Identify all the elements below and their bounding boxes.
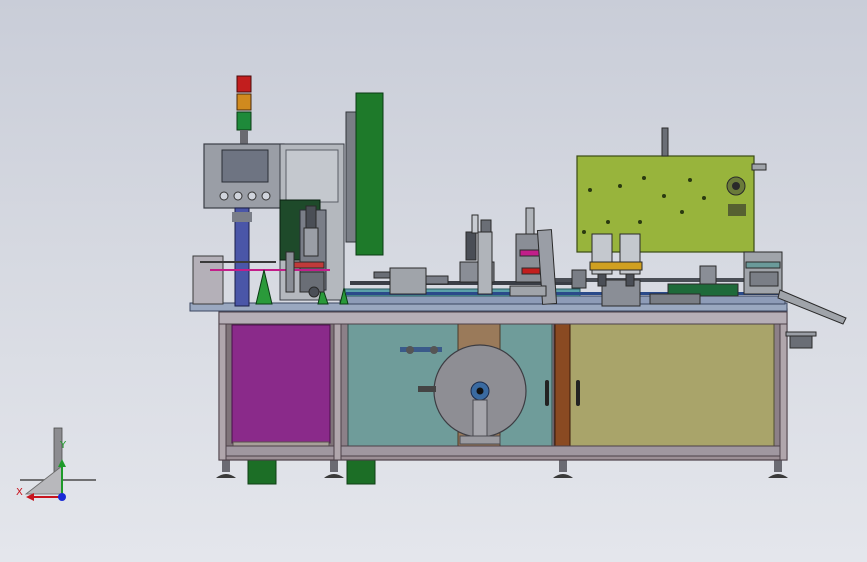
olive-panel — [569, 323, 775, 447]
coordinate-triad — [20, 427, 96, 501]
discharge-chute — [777, 289, 847, 349]
leveling-feet — [216, 458, 788, 478]
z-axis-origin — [58, 493, 66, 501]
hmi-column — [232, 207, 252, 307]
hmi-panel — [203, 143, 285, 209]
green-casters — [247, 457, 376, 485]
lime-machine — [576, 127, 767, 253]
magenta-panel — [231, 324, 331, 444]
cad-viewport[interactable]: X Y — [0, 0, 867, 562]
assembly-drawing — [20, 75, 847, 501]
signal-tower — [236, 75, 252, 144]
press-station — [509, 207, 558, 305]
y-axis-label: Y — [60, 440, 67, 451]
x-axis-label: X — [16, 487, 23, 498]
green-roller — [345, 92, 384, 256]
mid-station — [459, 214, 495, 295]
